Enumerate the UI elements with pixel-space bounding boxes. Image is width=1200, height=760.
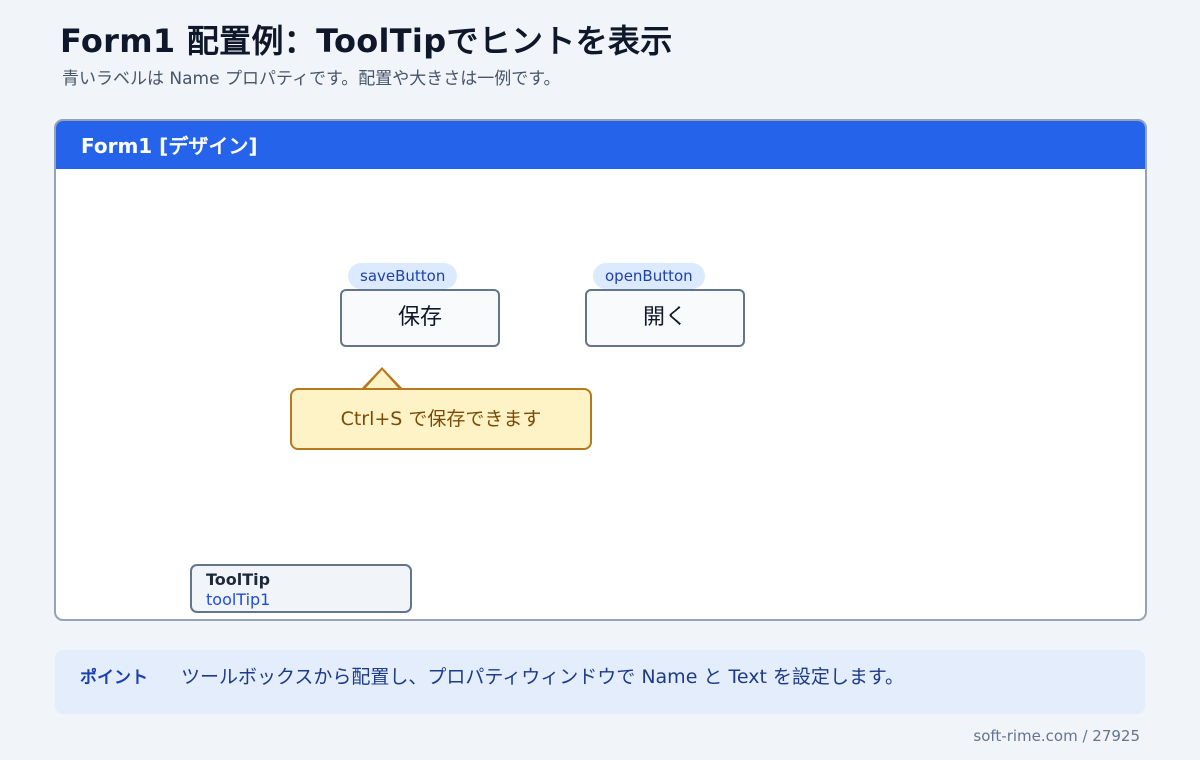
open-button-name-tag: openButton (593, 263, 705, 289)
save-button[interactable]: 保存 (340, 289, 500, 347)
save-button-name-tag: saveButton (348, 263, 458, 289)
open-button[interactable]: 開く (585, 289, 745, 347)
page-subtitle: 青いラベルは Name プロパティです。配置や大きさは一例です。 (62, 69, 561, 89)
page-title: Form1 配置例：ToolTipでヒントを表示 (60, 22, 673, 60)
form-designer-window: Form1 [デザイン] saveButton 保存 openButton 開く… (54, 119, 1147, 621)
component-tray-tooltip[interactable]: ToolTip toolTip1 (190, 564, 412, 613)
form-title-bar: Form1 [デザイン] (56, 121, 1145, 169)
component-name-label: toolTip1 (206, 590, 271, 609)
tooltip-bubble: Ctrl+S で保存できます (290, 388, 592, 450)
point-text: ツールボックスから配置し、プロパティウィンドウで Name と Text を設定… (181, 666, 905, 688)
point-label: ポイント (80, 668, 148, 688)
point-callout: ポイント ツールボックスから配置し、プロパティウィンドウで Name と Tex… (55, 650, 1145, 714)
footer-credit: soft-rime.com / 27925 (973, 727, 1140, 745)
tooltip-arrow-fill (364, 370, 400, 390)
component-type-label: ToolTip (206, 570, 271, 589)
page: { "page": { "title": "Form1 配置例：ToolTipで… (0, 0, 1200, 760)
form-design-surface: saveButton 保存 openButton 開く Ctrl+S で保存でき… (56, 169, 1145, 619)
